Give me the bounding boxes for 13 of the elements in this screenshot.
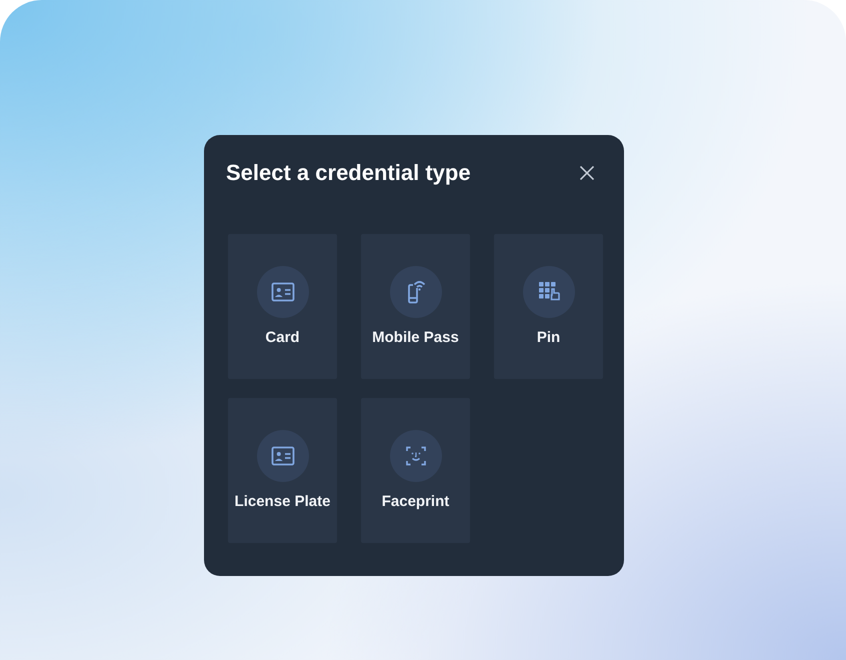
close-button[interactable] (580, 166, 594, 180)
dialog-title: Select a credential type (226, 159, 471, 187)
close-icon (580, 166, 594, 180)
credential-option[interactable]: Mobile Pass (361, 234, 470, 379)
credential-option[interactable]: Pin (494, 234, 603, 379)
credential-option[interactable]: License Plate (228, 398, 337, 543)
keypad-icon (522, 266, 574, 318)
face-scan-icon (390, 430, 442, 482)
phone-signal-icon (390, 266, 442, 318)
id-card-icon (256, 430, 308, 482)
credential-option[interactable]: Faceprint (361, 398, 470, 543)
credential-option[interactable]: Card (228, 234, 337, 379)
id-card-icon (256, 266, 308, 318)
